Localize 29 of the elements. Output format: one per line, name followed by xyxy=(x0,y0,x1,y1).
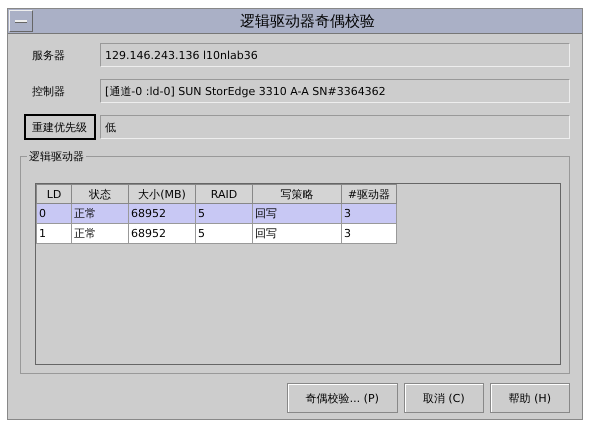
table-row[interactable]: 0 正常 68952 5 回写 3 xyxy=(36,204,396,224)
table-cell: 回写 xyxy=(252,204,342,224)
table-cell: 3 xyxy=(342,204,396,224)
table-cell: 正常 xyxy=(72,224,128,244)
table-cell: 1 xyxy=(36,224,72,244)
column-header[interactable]: #驱动器 xyxy=(342,184,396,204)
field-label: 服务器 xyxy=(31,48,66,64)
field-label: 重建优先级 xyxy=(24,114,96,140)
column-header[interactable]: 大小(MB) xyxy=(128,184,196,204)
dialog-button[interactable]: 奇偶校验... (P) xyxy=(286,383,398,413)
table-cell: 正常 xyxy=(72,204,128,224)
column-header[interactable]: RAID xyxy=(196,184,252,204)
field-label: 控制器 xyxy=(31,84,66,100)
table-cell: 68952 xyxy=(128,224,196,244)
table-cell: 5 xyxy=(196,204,252,224)
window-menu-button[interactable] xyxy=(9,10,33,32)
dialog-button[interactable]: 取消 (C) xyxy=(404,383,484,413)
column-header[interactable]: LD xyxy=(36,184,72,204)
table-cell: 0 xyxy=(36,204,72,224)
table-cell: 68952 xyxy=(128,204,196,224)
window-title: 逻辑驱动器奇偶校验 xyxy=(239,12,376,30)
table-cell: 回写 xyxy=(252,224,342,244)
table-cell: 5 xyxy=(196,224,252,244)
table-row[interactable]: 1 正常 68952 5 回写 3 xyxy=(36,224,396,244)
dialog-button[interactable]: 帮助 (H) xyxy=(490,383,570,413)
table-cell: 3 xyxy=(342,224,396,244)
column-header[interactable]: 状态 xyxy=(72,184,128,204)
column-header[interactable]: 写策略 xyxy=(252,184,342,204)
group-title: 逻辑驱动器 xyxy=(27,149,86,164)
